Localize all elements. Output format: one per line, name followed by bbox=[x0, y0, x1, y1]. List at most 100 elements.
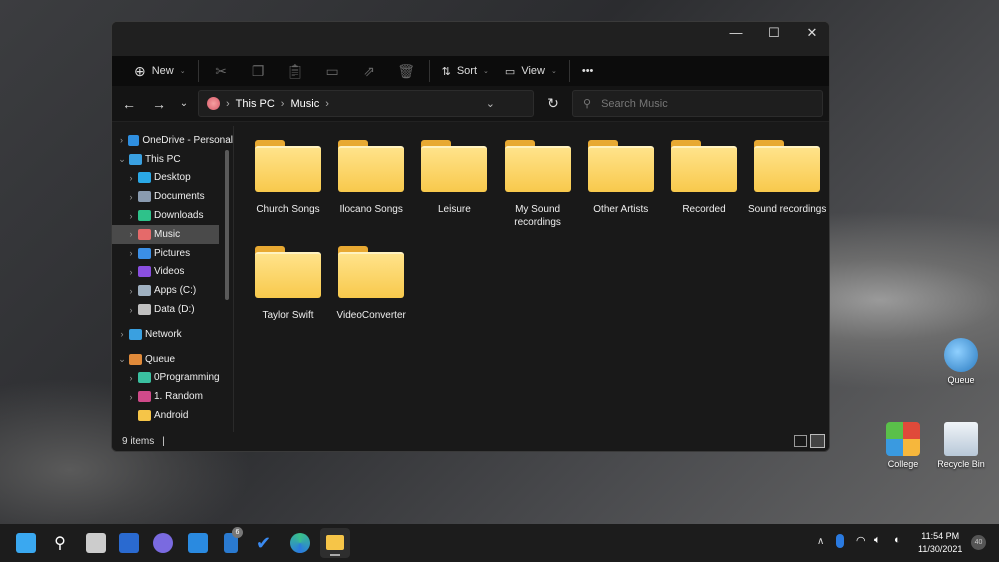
breadcrumb-music[interactable]: Music bbox=[290, 98, 319, 110]
sidebar-item[interactable]: › Desktop bbox=[112, 169, 233, 188]
todo-icon[interactable]: ✔ bbox=[256, 533, 276, 553]
paste-button[interactable]: 📋︎ bbox=[277, 56, 314, 86]
new-button[interactable]: ⊕ New ⌄ bbox=[126, 56, 194, 86]
address-history-dropdown[interactable]: ⌄ bbox=[486, 97, 495, 110]
wifi-icon[interactable]: ◠ bbox=[856, 534, 866, 547]
folder-name: Sound recordings bbox=[747, 204, 827, 215]
chevron-right-icon[interactable]: › bbox=[126, 267, 136, 277]
title-bar[interactable]: — ☐ ✕ bbox=[112, 22, 829, 56]
chevron-right-icon[interactable]: › bbox=[117, 135, 126, 145]
show-hidden-icons-button[interactable]: ∧ bbox=[817, 536, 824, 547]
forward-button[interactable]: → bbox=[148, 96, 170, 112]
chevron-down-icon[interactable]: ⌄ bbox=[117, 154, 127, 165]
sidebar-item[interactable]: › Pictures bbox=[112, 244, 233, 263]
chevron-right-icon[interactable]: › bbox=[126, 373, 136, 383]
chevron-right-icon[interactable]: › bbox=[126, 248, 136, 258]
chevron-right-icon[interactable]: › bbox=[126, 211, 136, 221]
folder-item[interactable]: Leisure bbox=[414, 140, 494, 216]
refresh-button[interactable]: ↻ bbox=[542, 95, 564, 112]
sidebar-item[interactable]: ⌄ This PC bbox=[112, 150, 233, 169]
cut-button[interactable]: ✂ bbox=[203, 56, 240, 86]
sidebar-item-label: Data (D:) bbox=[154, 304, 195, 316]
share-button[interactable]: ⇗ bbox=[351, 56, 388, 86]
sidebar-item-icon bbox=[138, 410, 151, 422]
more-options-button[interactable]: ••• bbox=[574, 56, 602, 86]
folder-item[interactable]: Ilocano Songs bbox=[331, 140, 411, 216]
sidebar-item-icon bbox=[138, 191, 151, 203]
folder-item[interactable]: Sound recordings bbox=[747, 140, 827, 216]
mail-icon[interactable] bbox=[188, 533, 208, 553]
sidebar-item-label: This PC bbox=[145, 153, 181, 165]
chevron-right-icon[interactable]: › bbox=[126, 173, 136, 183]
maximize-button[interactable]: ☐ bbox=[755, 22, 793, 44]
taskbar: ⚲ 6 ✔ ∧ ◠ 🔈︎ ◐ 11:54 PM 11/30/2021 40 bbox=[0, 524, 999, 562]
sidebar-item[interactable]: › Downloads bbox=[112, 206, 233, 225]
folder-item[interactable]: Recorded bbox=[664, 140, 744, 216]
sidebar-item-icon bbox=[138, 372, 151, 384]
widgets-button[interactable] bbox=[119, 533, 139, 553]
share-icon: ⇗ bbox=[363, 62, 375, 79]
desktop-icon-queue[interactable]: Queue bbox=[931, 338, 991, 385]
minimize-button[interactable]: — bbox=[717, 22, 755, 44]
folder-icon bbox=[671, 140, 737, 192]
sidebar-item[interactable]: › Data (D:) bbox=[112, 300, 233, 319]
folder-item[interactable]: Church Songs bbox=[248, 140, 328, 216]
search-input[interactable]: Search Music bbox=[601, 98, 668, 110]
navigation-pane: › OneDrive - Personal ⌄ This PC › Desktop › Doc… bbox=[112, 126, 234, 432]
search-button[interactable]: ⚲ bbox=[50, 533, 70, 553]
sidebar-item-icon bbox=[138, 228, 151, 240]
battery-icon[interactable]: ◐ bbox=[894, 534, 901, 546]
sidebar-item[interactable]: Android bbox=[112, 406, 233, 425]
close-button[interactable]: ✕ bbox=[793, 22, 829, 44]
volume-icon[interactable]: 🔈︎ bbox=[874, 534, 881, 547]
edge-icon[interactable] bbox=[290, 533, 310, 553]
chevron-down-icon: ⌄ bbox=[179, 68, 186, 75]
sidebar-item[interactable]: ⌄ Queue bbox=[112, 350, 233, 369]
chevron-right-icon[interactable]: › bbox=[126, 229, 136, 239]
copy-button[interactable]: ❐ bbox=[240, 56, 277, 86]
sidebar-item-icon bbox=[129, 153, 142, 165]
sort-button[interactable]: ⇅ Sort ⌄ bbox=[434, 56, 497, 86]
sidebar-item[interactable]: › 1. Random bbox=[112, 387, 233, 406]
address-bar[interactable]: › This PC › Music › ⌄ bbox=[198, 90, 534, 117]
sidebar-item[interactable]: › Apps (C:) bbox=[112, 281, 233, 300]
chevron-right-icon[interactable]: › bbox=[126, 392, 136, 402]
sidebar-item[interactable]: › Network bbox=[112, 325, 233, 344]
recent-locations-button[interactable]: ⌄ bbox=[178, 98, 190, 109]
store-icon[interactable]: 6 bbox=[224, 527, 243, 553]
folder-item[interactable]: My Sound recordings bbox=[498, 140, 578, 229]
breadcrumb-this-pc[interactable]: This PC bbox=[236, 98, 275, 110]
bluetooth-icon[interactable] bbox=[836, 534, 844, 548]
teams-chat-icon[interactable] bbox=[153, 533, 173, 553]
sidebar-item[interactable]: › 0Programming bbox=[112, 369, 233, 388]
folder-item[interactable]: Other Artists bbox=[581, 140, 661, 216]
view-button[interactable]: ▭ View ⌄ bbox=[497, 56, 565, 86]
sidebar-item[interactable]: › Music bbox=[112, 224, 219, 244]
sidebar-item-icon bbox=[138, 266, 151, 278]
start-button[interactable] bbox=[16, 533, 36, 553]
rename-button[interactable]: ▭ bbox=[314, 56, 351, 86]
sidebar-item[interactable]: › OneDrive - Personal bbox=[112, 131, 233, 150]
sidebar-item[interactable]: › Documents bbox=[112, 187, 233, 206]
chevron-right-icon[interactable]: › bbox=[117, 329, 127, 339]
sidebar-item-label: Android bbox=[154, 410, 189, 422]
chevron-right-icon[interactable]: › bbox=[126, 286, 136, 296]
chevron-right-icon[interactable]: › bbox=[126, 305, 136, 315]
delete-button[interactable]: 🗑︎ bbox=[388, 56, 425, 86]
folder-item[interactable]: Taylor Swift bbox=[248, 246, 328, 322]
notification-badge[interactable]: 40 bbox=[971, 535, 986, 550]
search-box[interactable]: ⚲ Search Music bbox=[572, 90, 823, 117]
chevron-down-icon[interactable]: ⌄ bbox=[117, 354, 127, 365]
scrollbar[interactable] bbox=[225, 150, 229, 300]
details-view-button[interactable] bbox=[794, 435, 807, 447]
desktop-icon-recycle-bin[interactable]: Recycle Bin bbox=[931, 422, 991, 469]
tiles-view-button[interactable] bbox=[810, 434, 825, 448]
file-explorer-taskbar-button[interactable] bbox=[320, 528, 350, 558]
chevron-right-icon[interactable]: › bbox=[126, 192, 136, 202]
sidebar-item[interactable]: › Videos bbox=[112, 263, 233, 282]
desktop-icon-college[interactable]: College bbox=[873, 422, 933, 469]
folder-item[interactable]: VideoConverter bbox=[331, 246, 411, 322]
back-button[interactable]: ← bbox=[118, 96, 140, 112]
task-view-button[interactable] bbox=[86, 533, 106, 553]
clock[interactable]: 11:54 PM 11/30/2021 bbox=[918, 530, 962, 556]
